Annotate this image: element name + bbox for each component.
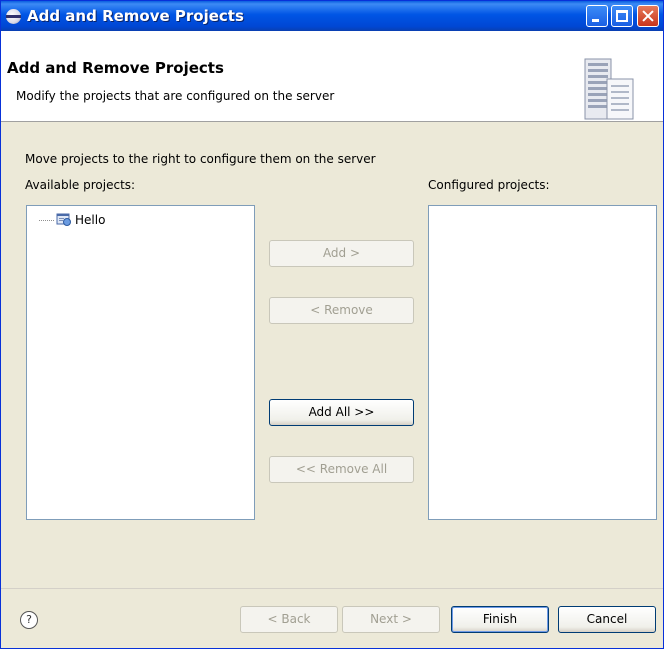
eclipse-icon: [6, 9, 21, 24]
wizard-footer: ? < Back Next > Finish Cancel: [1, 588, 663, 649]
window-title: Add and Remove Projects: [27, 7, 244, 25]
configured-projects-label: Configured projects:: [428, 178, 550, 192]
maximize-button[interactable]: [611, 5, 633, 27]
dialog-window: Add and Remove Projects Add and Remove P…: [0, 0, 664, 649]
help-icon[interactable]: ?: [20, 611, 38, 629]
server-icon: [584, 58, 634, 120]
next-button[interactable]: Next >: [342, 606, 440, 633]
wizard-body: Move projects to the right to configure …: [1, 122, 663, 588]
minimize-button[interactable]: [586, 5, 608, 27]
back-button[interactable]: < Back: [240, 606, 338, 633]
instruction-text: Move projects to the right to configure …: [25, 152, 376, 166]
remove-all-button[interactable]: << Remove All: [269, 456, 414, 483]
available-projects-list[interactable]: Hello: [26, 205, 255, 520]
page-description: Modify the projects that are configured …: [16, 89, 335, 103]
wizard-header: Add and Remove Projects Modify the proje…: [1, 31, 663, 122]
tree-item-label: Hello: [75, 213, 106, 227]
remove-button[interactable]: < Remove: [269, 297, 414, 324]
finish-button[interactable]: Finish: [451, 606, 549, 633]
configured-projects-list[interactable]: [428, 205, 657, 520]
add-all-button[interactable]: Add All >>: [269, 399, 414, 426]
add-button[interactable]: Add >: [269, 240, 414, 267]
close-button[interactable]: [637, 5, 659, 27]
tree-item-hello[interactable]: Hello: [39, 211, 105, 229]
tree-connector: [39, 219, 54, 221]
page-title: Add and Remove Projects: [7, 59, 224, 77]
cancel-button[interactable]: Cancel: [558, 606, 656, 633]
available-projects-label: Available projects:: [25, 178, 136, 192]
web-project-icon: [56, 213, 71, 226]
title-bar[interactable]: Add and Remove Projects: [1, 1, 663, 31]
